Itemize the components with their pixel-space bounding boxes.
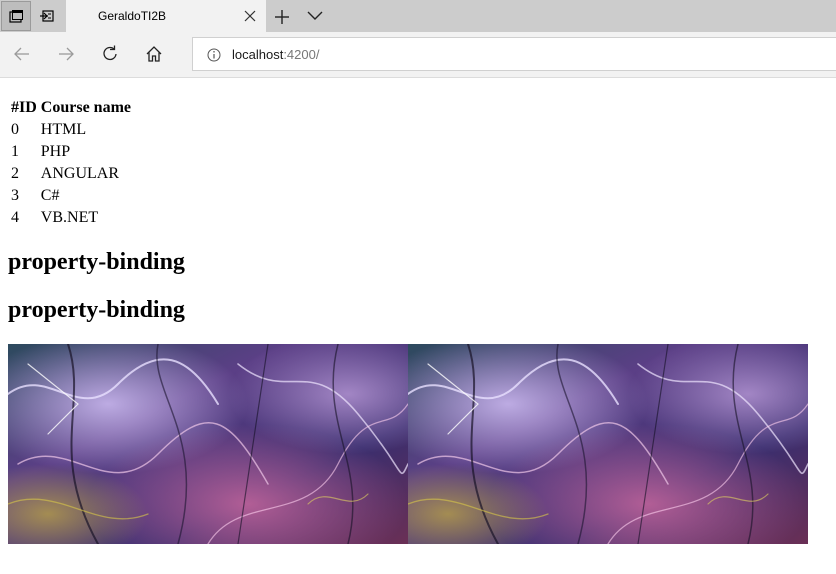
tab-title: GeraldoTI2B [98, 9, 167, 23]
course-name: VB.NET [40, 209, 99, 226]
info-icon[interactable] [207, 48, 221, 62]
forward-button[interactable] [54, 42, 78, 66]
table-row: 0 HTML [10, 120, 132, 140]
set-aside-tabs-icon [40, 10, 54, 22]
home-button[interactable] [142, 42, 166, 66]
url-port-path: :4200/ [283, 47, 320, 62]
course-name: PHP [40, 143, 71, 160]
refresh-button[interactable] [98, 42, 122, 66]
table-row: 1 PHP [10, 142, 132, 162]
url-host: localhost [232, 47, 284, 62]
home-icon [146, 46, 162, 62]
courses-table: #ID Course name 0 HTML 1 PHP 2 ANGULAR 3… [8, 96, 134, 230]
address-bar[interactable]: localhost:4200/ [192, 37, 836, 71]
table-row: 3 C# [10, 186, 132, 206]
abstract-banner-image [8, 344, 408, 544]
table-row: 4 VB.NET [10, 208, 132, 228]
url-text[interactable]: localhost:4200/ [232, 47, 319, 62]
active-tab[interactable]: GeraldoTI2B [66, 0, 266, 32]
back-button[interactable] [10, 42, 34, 66]
tab-bar: GeraldoTI2B [0, 0, 836, 32]
page-content: #ID Course name 0 HTML 1 PHP 2 ANGULAR 3… [0, 78, 836, 574]
navigation-toolbar: localhost:4200/ [0, 32, 836, 78]
property-binding-heading: property-binding [8, 249, 185, 275]
arrow-left-icon [14, 47, 29, 61]
course-name: ANGULAR [40, 165, 119, 182]
tab-actions-icon [9, 10, 23, 23]
close-icon[interactable] [242, 8, 258, 24]
table-row: 2 ANGULAR [10, 164, 132, 184]
plus-icon[interactable] [273, 8, 291, 26]
course-id: 3 [11, 187, 19, 204]
course-id: 0 [11, 121, 19, 138]
column-header-id: #ID [11, 99, 37, 116]
course-id: 4 [11, 209, 19, 226]
course-id: 1 [11, 143, 19, 160]
course-name: HTML [40, 121, 87, 138]
property-binding-heading: property-binding [8, 297, 185, 323]
table-header-row: #ID Course name [10, 98, 132, 118]
set-aside-tabs-button[interactable] [32, 1, 62, 31]
chevron-down-icon[interactable] [306, 9, 324, 23]
arrow-right-icon [59, 47, 74, 61]
tab-actions-button[interactable] [1, 1, 31, 31]
course-name: C# [40, 187, 60, 204]
column-header-course-name: Course name [40, 99, 131, 116]
refresh-icon [103, 45, 117, 61]
abstract-banner-image [408, 344, 808, 544]
course-id: 2 [11, 165, 19, 182]
